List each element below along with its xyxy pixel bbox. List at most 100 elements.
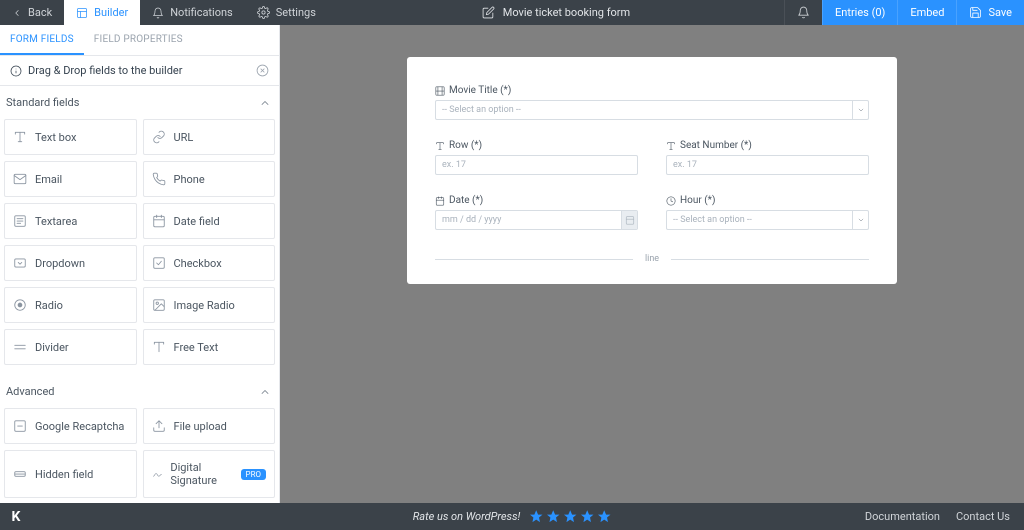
input-seat[interactable]: ex. 17: [666, 155, 869, 175]
field-radio[interactable]: Radio: [4, 287, 137, 323]
save-icon: [969, 6, 982, 19]
field-url[interactable]: URL: [143, 119, 276, 155]
section-advanced[interactable]: Advanced: [0, 375, 279, 408]
field-text-box[interactable]: Text box: [4, 119, 137, 155]
tab-settings[interactable]: Settings: [245, 0, 328, 25]
divider-field[interactable]: line: [435, 254, 869, 264]
sidebar-tab-fields[interactable]: FORM FIELDS: [0, 25, 84, 55]
star-icon: [579, 509, 594, 524]
field-image-radio[interactable]: Image Radio: [143, 287, 276, 323]
advanced-fields-grid: Google Recaptcha File upload Hidden fiel…: [0, 408, 279, 503]
bell-icon: [152, 7, 164, 19]
field-label: Phone: [174, 173, 205, 186]
field-divider[interactable]: Divider: [4, 329, 137, 365]
field-hidden-field[interactable]: Hidden field: [4, 450, 137, 498]
field-icon: [13, 256, 27, 270]
field-icon: [13, 172, 27, 186]
field-label: Divider: [35, 341, 69, 354]
tab-notifications[interactable]: Notifications: [140, 0, 245, 25]
field-icon: [152, 298, 166, 312]
drag-hint-label: Drag & Drop fields to the builder: [28, 64, 183, 77]
field-icon: [13, 340, 27, 354]
save-label: Save: [988, 6, 1012, 19]
topbar: Back Builder Notifications Settings Movi…: [0, 0, 1024, 25]
chevron-down-icon: [852, 211, 868, 229]
bell-icon: [797, 6, 810, 19]
field-icon: [152, 419, 166, 433]
field-label: Hidden field: [35, 468, 93, 481]
select-movie-title[interactable]: -- Select an option --: [435, 100, 869, 120]
label-hour: Hour (*): [680, 195, 715, 206]
select-hour[interactable]: -- Select an option --: [666, 210, 869, 230]
label-seat: Seat Number (*): [680, 140, 752, 151]
field-label: Digital Signature: [170, 461, 232, 487]
text-icon: [666, 141, 676, 151]
field-row[interactable]: Row (*) ex. 17: [435, 140, 638, 175]
canvas[interactable]: Movie Title (*) -- Select an option -- R…: [280, 25, 1024, 503]
page-title: Movie ticket booking form: [503, 6, 630, 19]
field-icon: [13, 419, 27, 433]
text-icon: [435, 141, 445, 151]
field-icon: [13, 130, 27, 144]
field-label: File upload: [174, 420, 227, 433]
section-standard[interactable]: Standard fields: [0, 86, 279, 119]
tab-builder[interactable]: Builder: [64, 0, 140, 25]
close-hint[interactable]: [256, 64, 269, 77]
field-textarea[interactable]: Textarea: [4, 203, 137, 239]
field-label: Free Text: [174, 341, 219, 354]
divider-label: line: [645, 254, 659, 264]
field-movie-title[interactable]: Movie Title (*) -- Select an option --: [435, 85, 869, 120]
main: FORM FIELDS FIELD PROPERTIES Drag & Drop…: [0, 25, 1024, 503]
footer: K Rate us on WordPress! Documentation Co…: [0, 503, 1024, 530]
entries-button[interactable]: Entries (0): [822, 0, 897, 25]
footer-docs-link[interactable]: Documentation: [865, 510, 940, 523]
section-standard-label: Standard fields: [6, 96, 79, 109]
field-email[interactable]: Email: [4, 161, 137, 197]
edit-icon: [482, 6, 495, 19]
field-icon: [152, 256, 166, 270]
drag-hint: Drag & Drop fields to the builder: [0, 56, 279, 86]
field-dropdown[interactable]: Dropdown: [4, 245, 137, 281]
notifications-label: Notifications: [170, 6, 233, 19]
builder-label: Builder: [94, 6, 128, 19]
sidebar-tab-properties[interactable]: FIELD PROPERTIES: [84, 25, 193, 55]
sidebar[interactable]: FORM FIELDS FIELD PROPERTIES Drag & Drop…: [0, 25, 280, 503]
calendar-icon: [435, 196, 445, 206]
chevron-left-icon: [12, 8, 22, 18]
star-rating[interactable]: [528, 509, 611, 524]
chevron-up-icon: [259, 97, 271, 109]
field-seat[interactable]: Seat Number (*) ex. 17: [666, 140, 869, 175]
back-button[interactable]: Back: [0, 0, 64, 25]
rate-label: Rate us on WordPress!: [413, 510, 521, 523]
entries-label: Entries (0): [835, 6, 885, 19]
input-row[interactable]: ex. 17: [435, 155, 638, 175]
field-icon: [13, 298, 27, 312]
field-date-field[interactable]: Date field: [143, 203, 276, 239]
alert-button[interactable]: [784, 0, 822, 25]
field-google-recaptcha[interactable]: Google Recaptcha: [4, 408, 137, 444]
footer-contact-link[interactable]: Contact Us: [956, 510, 1010, 523]
field-digital-signature[interactable]: Digital Signature PRO: [143, 450, 276, 498]
field-label: URL: [174, 131, 194, 144]
field-label: Image Radio: [174, 299, 235, 312]
star-icon: [545, 509, 560, 524]
form-card: Movie Title (*) -- Select an option -- R…: [407, 57, 897, 284]
field-icon: [152, 130, 166, 144]
field-phone[interactable]: Phone: [143, 161, 276, 197]
field-free-text[interactable]: Free Text: [143, 329, 276, 365]
field-hour[interactable]: Hour (*) -- Select an option --: [666, 195, 869, 230]
info-icon: [10, 65, 22, 77]
sidebar-tabs: FORM FIELDS FIELD PROPERTIES: [0, 25, 279, 56]
field-label: Textarea: [35, 215, 77, 228]
embed-button[interactable]: Embed: [897, 0, 956, 25]
save-button[interactable]: Save: [956, 0, 1024, 25]
field-file-upload[interactable]: File upload: [143, 408, 276, 444]
field-icon: [152, 340, 166, 354]
field-date[interactable]: Date (*) mm / dd / yyyy: [435, 195, 638, 230]
input-date[interactable]: mm / dd / yyyy: [435, 210, 638, 230]
standard-fields-grid: Text box URL Email Phone Textarea Date f…: [0, 119, 279, 375]
chevron-down-icon: [852, 101, 868, 119]
close-icon: [256, 64, 269, 77]
field-icon: [152, 467, 163, 481]
field-checkbox[interactable]: Checkbox: [143, 245, 276, 281]
